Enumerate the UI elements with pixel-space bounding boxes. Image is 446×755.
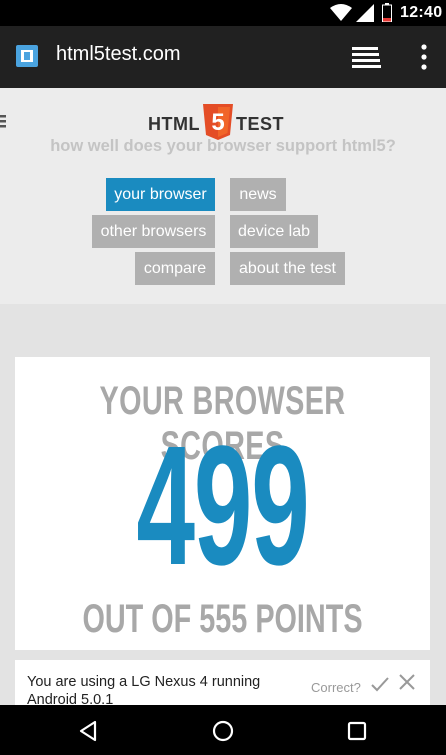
overflow-menu-icon[interactable]: [418, 42, 430, 72]
clock: 12:40: [400, 4, 443, 21]
nav-device-lab[interactable]: device lab: [230, 215, 318, 248]
site-favicon: [16, 45, 38, 67]
correct-prompt: Correct?: [311, 680, 361, 695]
nav-news[interactable]: news: [230, 178, 286, 211]
score-value: 499: [136, 411, 309, 601]
logo-shield-text: 5: [211, 109, 224, 136]
nav-about-the-test[interactable]: about the test: [230, 252, 345, 285]
web-page: HTML 5 TEST how well does your browser s…: [0, 88, 446, 705]
user-agent-card: You are using a LG Nexus 4 running Andro…: [15, 660, 430, 705]
nav-compare[interactable]: compare: [135, 252, 215, 285]
battery-icon: [382, 3, 392, 22]
tab-switcher-icon[interactable]: [352, 44, 382, 70]
home-icon[interactable]: [212, 720, 234, 742]
score-total: OUT OF 555 POINTS: [82, 597, 363, 641]
recents-icon[interactable]: [347, 721, 367, 741]
status-bar: 12:40: [0, 0, 446, 26]
wifi-icon: [330, 4, 352, 21]
system-nav-bar: [0, 705, 446, 755]
hamburger-menu-icon[interactable]: [0, 114, 6, 128]
score-card: YOUR BROWSER SCORES 499 OUT OF 555 POINT…: [15, 357, 430, 650]
nav-your-browser[interactable]: your browser: [106, 178, 215, 211]
tagline: how well does your browser support html5…: [50, 137, 396, 155]
signal-icon: [356, 4, 374, 22]
logo-text-right: TEST: [236, 114, 285, 134]
site-header: HTML 5 TEST how well does your browser s…: [0, 88, 446, 304]
url-bar[interactable]: html5test.com: [56, 43, 180, 66]
logo-text-left: HTML: [148, 114, 200, 134]
back-icon[interactable]: [78, 720, 98, 742]
nav-other-browsers[interactable]: other browsers: [92, 215, 215, 248]
check-icon[interactable]: [370, 674, 390, 694]
browser-toolbar: html5test.com: [0, 26, 446, 88]
html5-shield-logo: 5: [203, 104, 233, 140]
user-agent-text: You are using a LG Nexus 4 running Andro…: [27, 674, 261, 705]
close-icon[interactable]: [399, 674, 415, 690]
